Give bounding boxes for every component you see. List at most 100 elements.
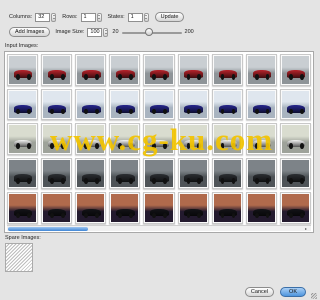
horizontal-scrollbar[interactable]: ▸	[7, 225, 311, 231]
scroll-arrow-icon[interactable]: ▸	[305, 226, 310, 231]
wheel-shape	[118, 74, 123, 80]
image-thumbnail[interactable]	[41, 88, 73, 121]
states-stepper[interactable]	[143, 12, 149, 22]
image-thumbnail[interactable]	[143, 123, 175, 155]
image-thumbnail[interactable]	[279, 192, 311, 224]
car-render-image	[43, 90, 71, 119]
slider-min-label: 20	[112, 29, 119, 35]
scrollbar-thumb[interactable]	[8, 227, 88, 231]
car-render-image	[77, 159, 105, 188]
image-thumbnail[interactable]	[41, 123, 73, 155]
image-size-label: Image Size:	[55, 29, 85, 35]
image-thumbnail[interactable]	[211, 192, 243, 224]
ok-button[interactable]: OK	[280, 287, 306, 297]
image-thumbnail[interactable]	[109, 123, 141, 155]
image-thumbnail[interactable]	[143, 88, 175, 121]
image-size-field[interactable]: 100	[87, 27, 103, 37]
wheel-shape	[265, 108, 270, 115]
image-thumbnail[interactable]	[245, 123, 277, 155]
wheel-shape	[129, 178, 134, 184]
image-thumbnail[interactable]	[143, 54, 175, 86]
car-render-image	[9, 56, 37, 84]
wheel-shape	[84, 143, 89, 149]
image-thumbnail[interactable]	[75, 88, 107, 121]
wheel-shape	[197, 212, 202, 219]
image-thumbnail[interactable]	[75, 157, 107, 190]
image-thumbnail[interactable]	[109, 192, 141, 224]
image-thumbnail[interactable]	[245, 88, 277, 121]
image-thumbnail[interactable]	[211, 157, 243, 190]
image-thumbnail[interactable]	[177, 123, 209, 155]
wheel-shape	[152, 212, 157, 219]
image-thumbnail[interactable]	[245, 157, 277, 190]
image-thumbnail[interactable]	[279, 54, 311, 86]
car-render-image	[213, 56, 241, 84]
image-thumbnail[interactable]	[177, 88, 209, 121]
image-thumbnail[interactable]	[109, 54, 141, 86]
wheel-shape	[299, 74, 304, 80]
car-render-image	[111, 90, 139, 119]
stepper-down-icon	[104, 33, 107, 35]
wheel-shape	[129, 108, 134, 115]
image-thumbnail[interactable]	[177, 157, 209, 190]
car-render-image	[145, 194, 173, 222]
image-thumbnail[interactable]	[7, 192, 39, 224]
image-thumbnail[interactable]	[177, 192, 209, 224]
image-thumbnail[interactable]	[75, 54, 107, 86]
image-thumbnail[interactable]	[211, 54, 243, 86]
wheel-shape	[16, 74, 20, 80]
car-render-image	[281, 194, 309, 222]
image-thumbnail[interactable]	[41, 54, 73, 86]
image-thumbnail[interactable]	[75, 192, 107, 224]
wheel-shape	[220, 108, 225, 115]
wheel-shape	[152, 108, 157, 115]
image-thumbnail[interactable]	[41, 192, 73, 224]
car-render-image	[145, 90, 173, 119]
image-thumbnail[interactable]	[41, 157, 73, 190]
wheel-shape	[197, 108, 202, 115]
image-thumbnail[interactable]	[279, 88, 311, 121]
footer: Cancel OK	[244, 287, 306, 297]
image-thumbnail[interactable]	[279, 123, 311, 155]
rows-label: Rows:	[62, 14, 78, 20]
image-thumbnail[interactable]	[211, 123, 243, 155]
columns-stepper[interactable]	[51, 12, 57, 22]
car-render-image	[179, 159, 207, 188]
image-thumbnail[interactable]	[109, 88, 141, 121]
update-button[interactable]: Update	[154, 12, 185, 22]
car-render-image	[9, 194, 37, 222]
wheel-shape	[231, 178, 236, 184]
columns-field[interactable]: 32	[35, 12, 51, 22]
wheel-shape	[95, 143, 99, 149]
image-size-stepper[interactable]	[103, 27, 109, 37]
image-size-slider[interactable]	[121, 27, 182, 37]
cancel-button[interactable]: Cancel	[244, 287, 275, 297]
image-thumbnail[interactable]	[75, 123, 107, 155]
states-field[interactable]: 1	[127, 12, 143, 22]
image-thumbnail[interactable]	[7, 54, 39, 86]
wheel-shape	[95, 108, 99, 115]
image-thumbnail[interactable]	[245, 54, 277, 86]
car-render-image	[111, 194, 139, 222]
rows-stepper[interactable]	[96, 12, 102, 22]
spare-image-drop-area[interactable]	[5, 243, 33, 272]
car-render-image	[247, 125, 275, 153]
car-render-image	[213, 90, 241, 119]
image-thumbnail[interactable]	[7, 88, 39, 121]
image-thumbnail[interactable]	[143, 157, 175, 190]
rows-field[interactable]: 1	[80, 12, 96, 22]
image-thumbnail[interactable]	[279, 157, 311, 190]
resize-grip-icon[interactable]	[311, 293, 317, 299]
slider-knob[interactable]	[144, 27, 153, 36]
image-thumbnail[interactable]	[109, 157, 141, 190]
car-render-image	[179, 194, 207, 222]
wheel-shape	[163, 143, 168, 149]
image-thumbnail[interactable]	[7, 123, 39, 155]
add-images-button[interactable]: Add Images	[9, 27, 51, 37]
image-thumbnail[interactable]	[143, 192, 175, 224]
image-thumbnail[interactable]	[245, 192, 277, 224]
image-thumbnail[interactable]	[177, 54, 209, 86]
image-thumbnail[interactable]	[211, 88, 243, 121]
image-thumbnail[interactable]	[7, 157, 39, 190]
wheel-shape	[197, 74, 202, 80]
